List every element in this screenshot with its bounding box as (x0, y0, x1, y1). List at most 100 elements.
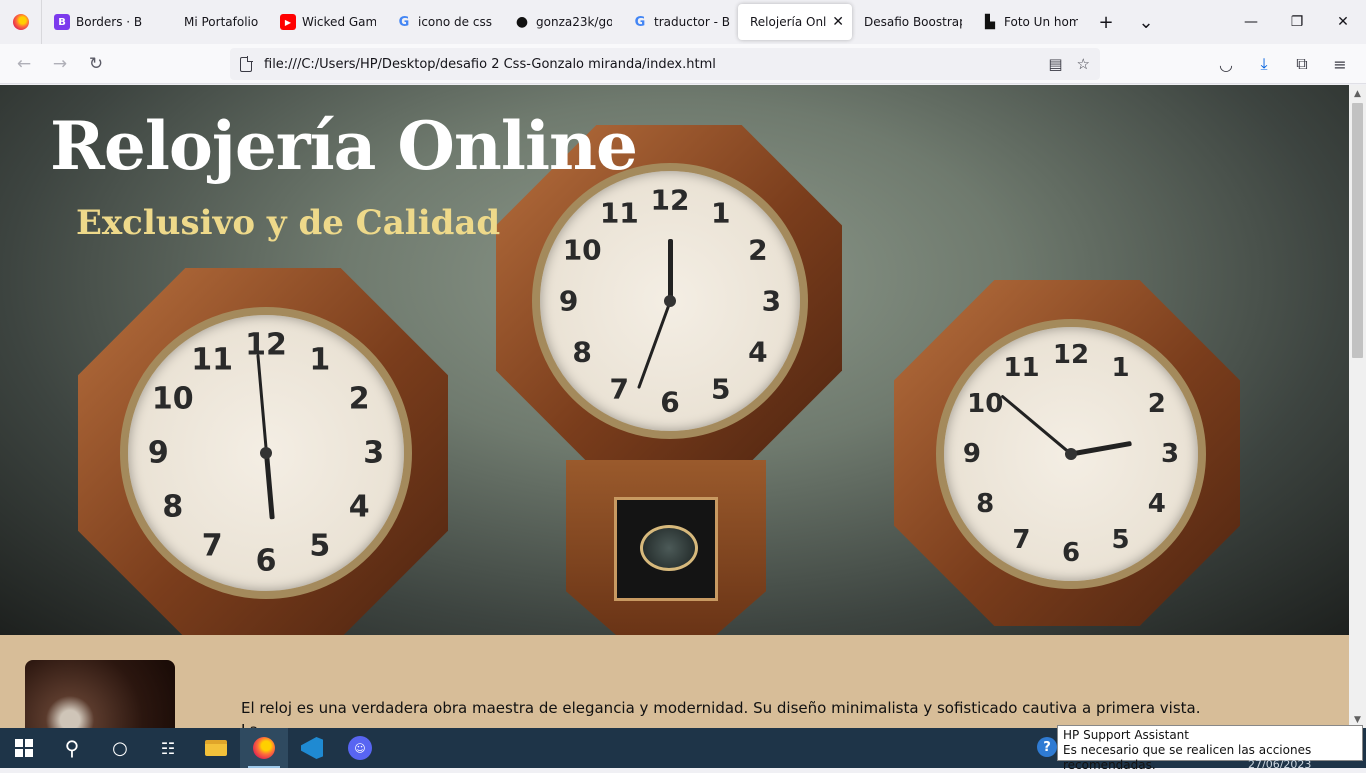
folder-icon (205, 740, 227, 756)
tab-title: Foto Un homb (1004, 15, 1078, 29)
restore-button[interactable]: ❐ (1274, 0, 1320, 44)
tab-title: gonza23k/gon (536, 15, 612, 29)
vertical-scrollbar[interactable]: ▲ ▼ (1349, 85, 1366, 728)
reload-button[interactable]: ↻ (78, 48, 114, 80)
clock-numeral: 2 (1147, 389, 1166, 420)
close-window-button[interactable]: ✕ (1320, 0, 1366, 44)
discord-icon: ☺ (348, 736, 372, 760)
navigation-toolbar: ← → ↻ file:///C:/Users/HP/Desktop/desafi… (0, 44, 1366, 84)
taskbar-firefox[interactable] (240, 728, 288, 768)
clock-numeral: 1 (710, 196, 731, 230)
clock-numeral: 6 (660, 385, 680, 419)
tab-relojeria-online[interactable]: Relojería Online ✕ (738, 4, 852, 40)
clock-pin (260, 447, 272, 459)
bookmark-star-icon[interactable]: ☆ (1077, 55, 1090, 73)
clock-numeral: 10 (151, 381, 194, 417)
tab-traductor[interactable]: G traductor - Bu (620, 4, 738, 40)
clock-numeral: 11 (1003, 353, 1040, 384)
tab-title: icono de css - (418, 15, 494, 29)
tab-wicked-game[interactable]: ▶ Wicked Game (268, 4, 384, 40)
google-icon: G (398, 14, 410, 30)
taskbar-file-explorer[interactable] (192, 728, 240, 768)
reader-view-icon[interactable]: ▤ (1048, 55, 1062, 73)
hp-support-notification[interactable]: HP Support Assistant Es necesario que se… (1057, 725, 1363, 772)
close-tab-icon[interactable]: ✕ (832, 14, 844, 30)
clock-numeral: 12 (245, 327, 287, 363)
toolbar-right: ◡ ⤓ ⧉ ≡ (1208, 44, 1358, 84)
notification-title: HP Support Assistant (1063, 728, 1189, 742)
clock-numeral: 1 (309, 342, 331, 378)
search-icon: ⚲ (64, 736, 80, 760)
app-menu-icon[interactable]: ≡ (1322, 48, 1358, 80)
clock-numeral: 5 (1111, 524, 1130, 555)
tab-title: Mi Portafolio (184, 15, 259, 29)
github-icon: ● (515, 14, 529, 30)
firefox-icon (253, 737, 275, 759)
clock-numeral: 3 (761, 284, 782, 318)
cortana-icon: ○ (112, 737, 128, 759)
firefox-view-button[interactable] (0, 0, 42, 44)
window-controls: — ❐ ✕ (1228, 0, 1366, 44)
tab-desafio-boostrap[interactable]: Desafio Boostrap (852, 4, 970, 40)
clock-numeral: 8 (162, 489, 184, 525)
clock-numeral: 1 (1111, 353, 1130, 384)
taskbar-date[interactable]: 27/06/2023 (1248, 758, 1311, 771)
clock-numeral: 11 (191, 342, 234, 378)
cortana-button[interactable]: ○ (96, 728, 144, 768)
clock-pin (1065, 448, 1077, 460)
hero-banner: 12 1 2 3 4 5 6 7 8 9 10 11 12 1 2 3 4 5 6 7 8 9 10 11 12 1 2 3 4 5 6… (0, 85, 1349, 635)
page-icon (240, 55, 253, 72)
tab-title: Borders · Boot (76, 15, 142, 29)
tab-github-gonza23k[interactable]: ● gonza23k/gon (502, 4, 620, 40)
extensions-icon[interactable]: ⧉ (1284, 48, 1320, 80)
clock-numeral: 8 (976, 488, 995, 519)
tab-title: Desafio Boostrap (864, 15, 962, 29)
clock-numeral: 7 (1012, 524, 1031, 555)
description-paragraph: El reloj es una verdadera obra maestra d… (241, 699, 1201, 728)
blank-page-icon (162, 14, 178, 30)
clock-numeral: 10 (967, 389, 1004, 420)
taskbar-vscode[interactable] (288, 728, 336, 768)
new-tab-button[interactable]: + (1086, 0, 1126, 44)
address-bar[interactable]: file:///C:/Users/HP/Desktop/desafio 2 Cs… (230, 48, 1100, 80)
minimize-button[interactable]: — (1228, 0, 1274, 44)
back-button[interactable]: ← (6, 48, 42, 80)
pocket-icon[interactable]: ◡ (1208, 48, 1244, 80)
clock-numeral: 11 (599, 196, 639, 230)
firefox-icon (12, 14, 29, 30)
task-view-button[interactable]: ☷ (144, 728, 192, 768)
page-title: Relojería Online (50, 107, 638, 185)
tab-mi-portafolio[interactable]: Mi Portafolio (150, 4, 268, 40)
url-text: file:///C:/Users/HP/Desktop/desafio 2 Cs… (264, 56, 716, 72)
clock-numeral: 10 (562, 233, 602, 267)
minute-hand (255, 353, 268, 454)
help-icon[interactable]: ? (1037, 737, 1057, 757)
start-button[interactable] (0, 728, 48, 768)
tab-borders-bootstrap[interactable]: B Borders · Boot (42, 4, 150, 40)
list-all-tabs-button[interactable]: ⌄ (1126, 0, 1166, 44)
clock-pin (664, 295, 676, 307)
scrollbar-thumb[interactable] (1352, 103, 1363, 358)
search-button[interactable]: ⚲ (48, 728, 96, 768)
tab-title: Wicked Game (302, 15, 376, 29)
downloads-icon[interactable]: ⤓ (1246, 48, 1282, 80)
task-view-icon: ☷ (160, 738, 176, 758)
clock-numeral: 7 (609, 372, 630, 406)
clock-numeral: 9 (558, 284, 579, 318)
clock-numeral: 3 (1161, 439, 1180, 469)
youtube-icon: ▶ (280, 14, 296, 30)
tab-foto-un-hombre[interactable]: ▙ Foto Un homb (970, 4, 1086, 40)
bootstrap-icon: B (54, 14, 70, 30)
minute-hand (999, 394, 1072, 456)
address-bar-actions: ▤ ☆ (1048, 48, 1090, 80)
hour-hand (263, 452, 275, 520)
clock-numeral: 5 (710, 372, 731, 406)
tab-icono-de-css[interactable]: G icono de css - (384, 4, 502, 40)
forward-button[interactable]: → (42, 48, 78, 80)
clock-numeral: 4 (1147, 488, 1166, 519)
taskbar-discord[interactable]: ☺ (336, 728, 384, 768)
scroll-up-arrow-icon[interactable]: ▲ (1349, 85, 1366, 102)
hour-hand (1070, 440, 1132, 457)
minute-hand (636, 300, 672, 390)
clock-numeral: 6 (1061, 538, 1081, 569)
